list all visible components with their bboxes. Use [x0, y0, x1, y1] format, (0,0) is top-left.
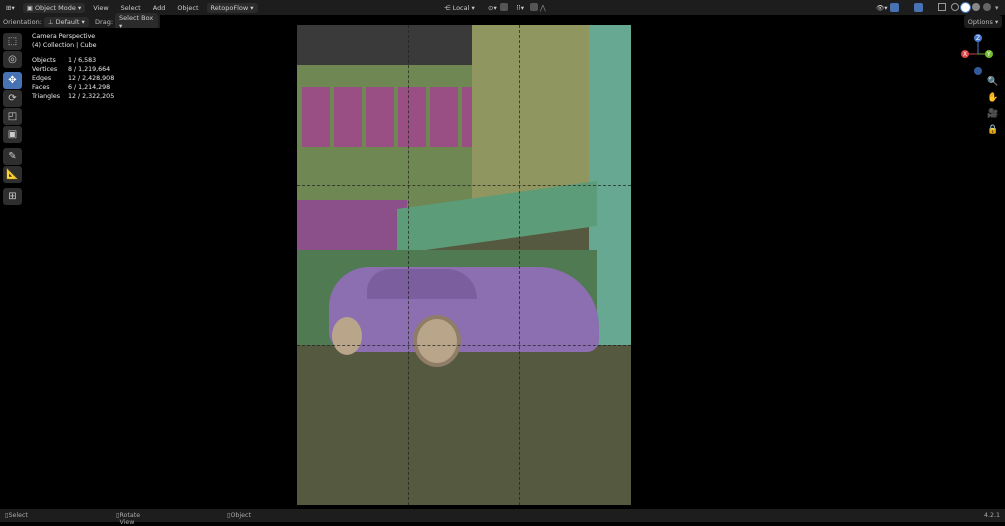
stat-label: Triangles — [32, 93, 61, 100]
tool-scale[interactable]: ◰ — [3, 108, 22, 125]
measure-icon: 📐 — [6, 169, 19, 180]
status-rotate: ▯ Rotate View — [116, 512, 141, 526]
version-label: 4.2.1 — [983, 512, 1000, 519]
camera-view[interactable] — [297, 25, 631, 505]
gizmo-x-label: X — [963, 51, 967, 58]
stat-value: 12 / 2,322,205 — [68, 93, 115, 100]
stat-row: Vertices 8 / 1,219,664 — [32, 65, 122, 74]
stat-row: Faces 6 / 1,214,298 — [32, 83, 122, 92]
stat-label: Faces — [32, 84, 50, 91]
camera-guide-v2 — [519, 25, 520, 505]
select-box-icon: ⬚ — [7, 36, 18, 47]
drag-value: Select Box — [119, 13, 154, 22]
tool-measure[interactable]: 📐 — [3, 166, 22, 183]
status-select: ▯ Select — [5, 512, 28, 519]
menu-object[interactable]: Object — [171, 4, 204, 12]
scene-statistics: Objects 1 / 6,583 Vertices 8 / 1,219,664 E… — [32, 56, 122, 101]
mode-label: Object Mode — [34, 3, 76, 12]
orientation-dropdown[interactable]: ⊥ Default ▾ — [43, 16, 90, 27]
tool-add-cube[interactable]: ⊞ — [3, 188, 22, 205]
gizmo-y-label: Y — [986, 51, 991, 58]
transform-orientation-dropdown[interactable]: ⋲ Local ▾ — [438, 4, 481, 12]
stat-value: 1 / 6,583 — [68, 57, 97, 64]
stat-row: Triangles 12 / 2,322,205 — [32, 92, 122, 101]
stat-label: Objects — [32, 57, 56, 64]
camera-guide-h1 — [297, 185, 631, 186]
menu-select[interactable]: Select — [115, 4, 147, 12]
orientation-value: Default — [55, 17, 80, 26]
menu-add[interactable]: Add — [147, 4, 172, 12]
stat-label: Edges — [32, 75, 52, 82]
car-wheel-front — [413, 315, 461, 367]
retopoflow-menu[interactable]: RetopoFlow ▾ — [206, 2, 258, 13]
camera-guide-h2 — [297, 345, 631, 346]
tool-move[interactable]: ✥ — [3, 72, 22, 89]
drag-label: Drag: — [95, 17, 114, 26]
stat-value: 8 / 1,219,664 — [68, 66, 111, 73]
cursor-icon: ◎ — [8, 54, 17, 65]
status-rotate-label: Rotate View — [119, 512, 141, 526]
building-windows — [302, 87, 482, 147]
camera-guide-v1 — [408, 25, 409, 505]
tool-settings-bar: Orientation: ⊥ Default ▾ Drag: Select Bo… — [0, 12, 160, 31]
status-object: ▯ Object — [227, 512, 251, 519]
gizmo-neg-z-axis — [974, 67, 982, 75]
status-bar: ▯ Select ▯ Rotate View ▯ Object 4.2.1 — [0, 509, 1005, 526]
stat-row: Objects 1 / 6,583 — [32, 56, 122, 65]
editor-type-button[interactable]: ⊞▾ — [0, 4, 21, 12]
gizmo-toggle-icon[interactable] — [890, 3, 899, 12]
scale-icon: ◰ — [7, 111, 18, 122]
transform-icon: ▣ — [7, 129, 18, 140]
car-wheel-rear — [332, 317, 362, 355]
status-object-label: Object — [230, 512, 251, 519]
view-name: Camera Perspective — [32, 33, 96, 40]
tool-transform[interactable]: ▣ — [3, 126, 22, 143]
car-cabin — [367, 269, 477, 299]
tool-annotate[interactable]: ✎ — [3, 148, 22, 165]
shading-dropdown-icon[interactable]: ▾ — [995, 4, 999, 12]
stat-value: 6 / 1,214,298 — [68, 84, 111, 91]
snap-toggle-icon[interactable] — [500, 3, 508, 11]
tool-cursor[interactable]: ◎ — [3, 51, 22, 68]
overlay-toggle-icon[interactable] — [914, 3, 923, 12]
ground — [297, 345, 631, 505]
retopoflow-label: RetopoFlow — [210, 3, 249, 12]
camera-view-icon[interactable]: 🎥 — [986, 109, 1000, 123]
orientation-label: Local — [452, 3, 470, 12]
annotate-icon: ✎ — [8, 151, 17, 162]
snap-target-icon[interactable]: ⠿▾ — [510, 4, 530, 12]
move-icon: ✥ — [8, 75, 17, 86]
falloff-icon[interactable]: ⋀ — [540, 4, 546, 12]
pan-hand-icon[interactable]: ✋ — [986, 93, 1000, 107]
active-collection: (4) Collection | Cube — [32, 42, 97, 49]
rotate-icon: ⟳ — [8, 93, 17, 104]
stat-row: Edges 12 / 2,428,908 — [32, 74, 122, 83]
wireframe-shading-icon[interactable] — [951, 3, 959, 11]
tool-select-box[interactable]: ⬚ — [3, 33, 22, 50]
xray-icon[interactable] — [938, 3, 946, 11]
proportional-edit-icon[interactable] — [530, 3, 538, 11]
options-label: Options — [967, 17, 993, 26]
material-shading-icon[interactable] — [972, 3, 980, 11]
navigation-gizmo[interactable]: Z X Y — [955, 30, 1000, 78]
rendered-shading-icon[interactable] — [983, 3, 991, 11]
mode-dropdown[interactable]: ▣ Object Mode ▾ — [22, 2, 86, 13]
status-select-label: Select — [8, 512, 28, 519]
orientation-label: Orientation: — [3, 17, 42, 26]
solid-shading-icon[interactable] — [961, 3, 970, 12]
gizmo-z-label: Z — [976, 35, 980, 42]
viewport-info-overlay: Camera Perspective (4) Collection | Cube… — [32, 32, 122, 101]
add-cube-icon: ⊞ — [8, 191, 17, 202]
options-dropdown[interactable]: Options ▾ — [964, 15, 1002, 28]
stat-value: 12 / 2,428,908 — [68, 75, 115, 82]
stat-label: Vertices — [32, 66, 58, 73]
tool-rotate[interactable]: ⟳ — [3, 90, 22, 107]
lock-icon[interactable]: 🔒 — [986, 125, 1000, 139]
zoom-icon[interactable]: 🔍 — [986, 77, 1000, 91]
menu-view[interactable]: View — [87, 4, 114, 12]
